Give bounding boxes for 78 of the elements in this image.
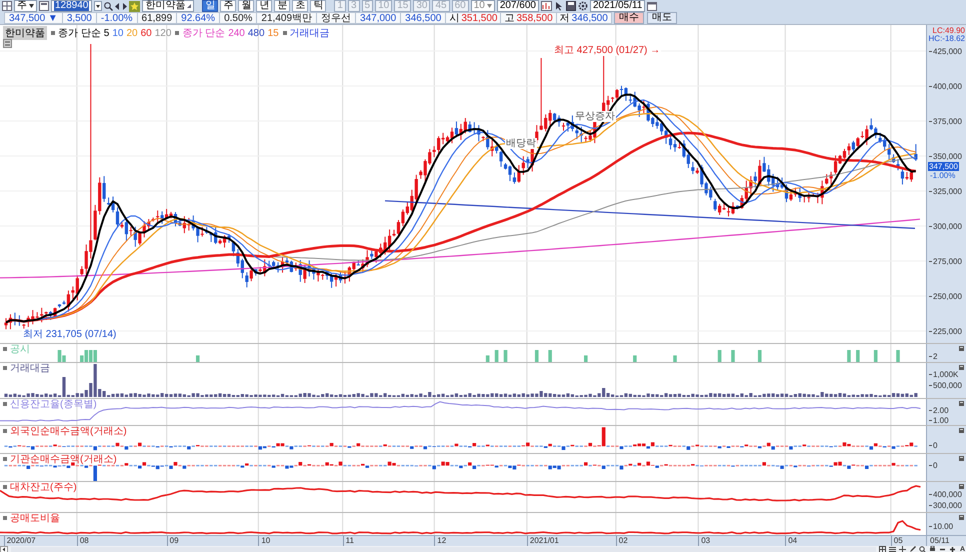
axis-label: 500,000 xyxy=(929,381,962,390)
period-tab[interactable]: 분 xyxy=(274,0,290,12)
period-tab[interactable]: 틱 xyxy=(310,0,326,12)
price-value: 351,500 xyxy=(461,12,498,24)
legend-label: 거래대금 xyxy=(282,26,330,40)
quote-value: 정우선 xyxy=(316,12,356,24)
price-label: 고 xyxy=(504,12,514,25)
axis-label: 400,000 xyxy=(929,490,962,499)
event-label: 배당락 xyxy=(505,138,537,149)
price-label: 저 xyxy=(560,12,570,25)
axis-label: 400,000 xyxy=(929,82,962,91)
quote-value: 347,000 xyxy=(355,12,402,24)
legend-value: 20 xyxy=(126,28,138,38)
axis-label: 0 xyxy=(929,441,938,450)
panel-title: 공시 xyxy=(3,344,30,355)
panel-title: 대차잔고(주수) xyxy=(3,482,77,493)
quote-value: 3,500 xyxy=(62,12,97,24)
view-dropdown[interactable]: 주 xyxy=(14,0,37,12)
name-field[interactable]: 한미약품 xyxy=(142,0,194,12)
date-field[interactable]: 2021/05/11 xyxy=(590,0,646,12)
panel-title: 외국인순매수금액(거래소) xyxy=(3,426,127,437)
price-tag: 347,500 xyxy=(928,162,959,171)
price-value: 358,500 xyxy=(516,12,553,24)
corner-label: HC:-18.62 xyxy=(928,34,965,43)
legend-label: 종가 단순 xyxy=(51,26,101,40)
quote-value: 61,899 xyxy=(136,12,178,24)
quote-value: 92.64% xyxy=(176,12,220,24)
legend-value: 120 xyxy=(154,28,172,38)
sell-button[interactable]: 매도 xyxy=(646,12,677,24)
axis-label: 1.00 xyxy=(929,416,949,425)
panel-title: 기관순매수금액(거래소) xyxy=(3,454,117,465)
quote-value: 0.50% xyxy=(219,12,258,24)
axis-label: 10.00 xyxy=(929,522,954,531)
range-field[interactable]: 207/600 xyxy=(496,0,539,12)
corner-label: LC:49.90 xyxy=(932,26,965,35)
axis-label: 350,000 xyxy=(929,152,962,161)
legend-value: 5 xyxy=(104,28,110,38)
axis-label: 275,000 xyxy=(929,257,962,266)
axis-label: 300,000 xyxy=(929,222,962,231)
selected-text: 128940 xyxy=(54,1,90,11)
axis-label: 375,000 xyxy=(929,117,962,126)
legend-label: 종가 단순 xyxy=(175,26,226,40)
axis-label: 2 xyxy=(929,352,938,361)
legend-value: 480 xyxy=(248,28,265,38)
panel-title: 거래대금 xyxy=(3,363,50,374)
axis-label: 225,000 xyxy=(929,327,962,336)
axis-label: 250,000 xyxy=(929,292,962,301)
price-value: 346,500 xyxy=(572,12,608,24)
count-dropdown[interactable]: 10 xyxy=(470,0,495,12)
legend-value: 240 xyxy=(228,28,245,38)
period-tab[interactable]: 년 xyxy=(256,0,272,12)
panel-title: 공매도비율 xyxy=(3,513,60,524)
price-annotation: 최저 231,705 (07/14) xyxy=(22,329,118,340)
period-tab[interactable]: 월 xyxy=(238,0,254,12)
axis-label: 2.00 xyxy=(929,406,949,415)
period-tab[interactable]: 일 xyxy=(202,0,218,12)
legend-value: 10 xyxy=(112,28,124,38)
code-field[interactable]: 128940 xyxy=(51,0,92,12)
axis-label: 325,000 xyxy=(929,187,962,196)
axis-label: 0 xyxy=(929,461,938,470)
buy-button[interactable]: 매수 xyxy=(614,12,644,24)
price-annotation: 최고 427,500 (01/27) → xyxy=(553,45,662,56)
legend-value: 15 xyxy=(268,28,279,38)
series-name: 한미약품 xyxy=(3,26,47,40)
panel-title: 신용잔고율(종목별) xyxy=(3,399,97,410)
quote-value: 347,500 ▼ xyxy=(4,12,63,24)
event-label: 무상증자 xyxy=(574,111,616,122)
price-change: -1.00% xyxy=(930,171,956,180)
axis-label: 425,000 xyxy=(929,47,962,56)
axis-label: 1,000K xyxy=(929,370,958,379)
axis-label: 300,000 xyxy=(929,501,962,510)
legend-value: 60 xyxy=(140,28,152,38)
quote-value: 346,500 xyxy=(400,12,446,24)
quote-value: 21,409백만 xyxy=(256,12,318,24)
quote-value: -1.00% xyxy=(96,12,138,24)
price-label: 시 xyxy=(449,12,460,25)
period-tab[interactable]: 초 xyxy=(292,0,308,12)
period-tab[interactable]: 주 xyxy=(220,0,236,12)
